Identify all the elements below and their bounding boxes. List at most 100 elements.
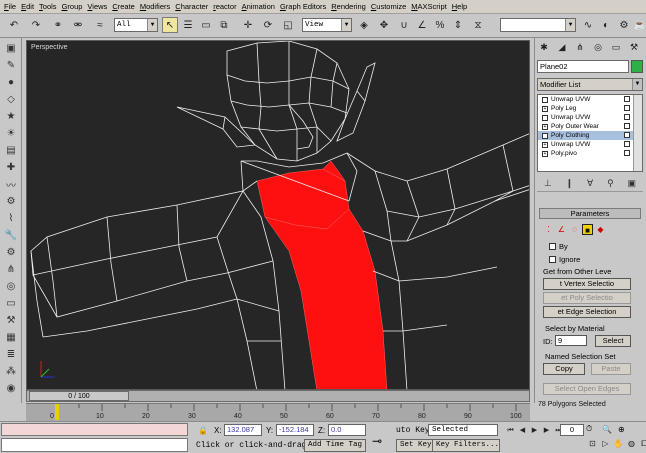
stack-item[interactable]: + Poly Outer Wear bbox=[538, 122, 642, 131]
parameters-rollout[interactable]: Parameters bbox=[539, 208, 641, 219]
modifier-list-dropdown[interactable]: Modifier List ▼ bbox=[537, 78, 643, 91]
expand-icon[interactable] bbox=[542, 114, 548, 121]
sphere-icon[interactable]: ● bbox=[3, 75, 19, 89]
element-level-icon[interactable]: ◆ bbox=[595, 224, 606, 235]
stack-item[interactable]: + Unwrap UVW bbox=[538, 140, 642, 149]
menu-file[interactable]: File bbox=[4, 2, 16, 11]
snap-toggle-icon[interactable]: ∪ bbox=[396, 17, 412, 33]
particles-icon[interactable]: ⁂ bbox=[3, 364, 19, 378]
time-slider-thumb[interactable]: 0 / 100 bbox=[29, 391, 129, 401]
expand-icon[interactable]: + bbox=[542, 123, 548, 130]
undo-icon[interactable]: ↶ bbox=[6, 17, 22, 33]
current-frame-field[interactable]: 0 bbox=[560, 424, 584, 436]
pin-stack-icon[interactable]: ⊥ bbox=[544, 178, 552, 189]
key-icon[interactable]: ⊸ bbox=[372, 434, 382, 449]
motion-tab-icon[interactable]: ◎ bbox=[591, 40, 605, 54]
bind-space-warp-icon[interactable]: ≈ bbox=[92, 17, 108, 33]
helpers-icon[interactable]: ✚ bbox=[3, 160, 19, 174]
gear-icon[interactable]: ⚙ bbox=[3, 245, 19, 259]
make-unique-icon[interactable]: ∀ bbox=[587, 178, 593, 189]
menu-graph-editors[interactable]: Graph Editors bbox=[280, 2, 326, 11]
ignore-backface-option[interactable]: Ignore bbox=[549, 255, 580, 264]
utilities-tab-icon[interactable]: ⚒ bbox=[627, 40, 641, 54]
viewport-label[interactable]: Perspective bbox=[31, 44, 68, 51]
menu-views[interactable]: Views bbox=[87, 2, 107, 11]
box-icon[interactable]: ▣ bbox=[3, 41, 19, 55]
hierarchy-tab-icon[interactable]: ⋔ bbox=[573, 40, 587, 54]
systems-icon[interactable]: ⚙ bbox=[3, 194, 19, 208]
lock-selection-icon[interactable]: 🔒 bbox=[198, 426, 208, 436]
select-by-id-button[interactable]: Select bbox=[595, 335, 631, 347]
stack-item[interactable]: Poly Clothing bbox=[538, 131, 642, 140]
redo-icon[interactable]: ↷ bbox=[28, 17, 44, 33]
lights-icon[interactable]: ☀ bbox=[3, 126, 19, 140]
camera-icon[interactable]: ▤ bbox=[3, 143, 19, 157]
pivot-center-icon[interactable]: ◈ bbox=[356, 17, 372, 33]
get-poly-selection-button[interactable]: et Poly Selectio bbox=[543, 292, 631, 304]
select-rotate-icon[interactable]: ⟳ bbox=[260, 17, 276, 33]
bones-icon[interactable]: ⌇ bbox=[3, 211, 19, 225]
maximize-toggle-icon[interactable]: ⧠ bbox=[638, 439, 646, 451]
select-scale-icon[interactable]: ◱ bbox=[280, 17, 296, 33]
vertex-level-icon[interactable]: ⁚ bbox=[543, 224, 554, 235]
field-of-view-icon[interactable]: ▷ bbox=[599, 439, 612, 451]
set-key-button[interactable]: Set Key bbox=[396, 439, 436, 452]
menu-maxscript[interactable]: MAXScript bbox=[411, 2, 446, 11]
create-tab-icon[interactable]: ✱ bbox=[537, 40, 551, 54]
key-filters-button[interactable]: Key Filters... bbox=[432, 439, 500, 452]
shapes-icon[interactable]: ◇ bbox=[3, 92, 19, 106]
expand-icon[interactable]: + bbox=[542, 105, 548, 112]
add-time-tag-button[interactable]: Add Time Tag bbox=[304, 439, 367, 452]
stack-item-toggle[interactable] bbox=[624, 96, 630, 102]
pan-icon[interactable]: ✋ bbox=[612, 439, 625, 451]
next-frame-icon[interactable]: ▶ bbox=[541, 425, 552, 436]
zoom-extents-icon[interactable]: ⊡ bbox=[586, 439, 599, 451]
display-icon[interactable]: ▭ bbox=[3, 296, 19, 310]
perspective-viewport[interactable]: Perspective bbox=[26, 40, 530, 390]
spinner-snap-icon[interactable]: ⇕ bbox=[450, 17, 466, 33]
manipulate-icon[interactable]: ✥ bbox=[376, 17, 392, 33]
utilities-icon[interactable]: ⚒ bbox=[3, 313, 19, 327]
arc-rotate-icon[interactable]: ◍ bbox=[625, 439, 638, 451]
maxscript-input-mini[interactable] bbox=[1, 438, 188, 452]
remove-modifier-icon[interactable]: ⚲ bbox=[607, 178, 614, 189]
zoom-icon[interactable]: 🔍 bbox=[602, 425, 612, 435]
get-vertex-selection-button[interactable]: t Vertex Selectio bbox=[543, 278, 631, 290]
selection-filter-dropdown[interactable]: All ▼ bbox=[114, 18, 158, 32]
stack-item[interactable]: + Poly.pivo bbox=[538, 149, 642, 158]
grid-icon[interactable]: ▦ bbox=[3, 330, 19, 344]
layers-icon[interactable]: ≣ bbox=[3, 347, 19, 361]
play-icon[interactable]: ▶ bbox=[529, 425, 540, 436]
material-editor-icon[interactable]: ◐ bbox=[598, 17, 614, 33]
get-edge-selection-button[interactable]: et Edge Selection bbox=[543, 306, 631, 318]
menu-rendering[interactable]: Rendering bbox=[331, 2, 366, 11]
stack-item-toggle[interactable] bbox=[624, 123, 630, 129]
stack-item[interactable]: + Poly Leg bbox=[538, 104, 642, 113]
stack-item-toggle[interactable] bbox=[624, 132, 630, 138]
display-tab-icon[interactable]: ▭ bbox=[609, 40, 623, 54]
track-bar[interactable]: 0 10 20 30 40 50 60 70 80 90 100 bbox=[26, 403, 530, 421]
go-to-start-icon[interactable]: ⏮ bbox=[505, 425, 516, 436]
window-crossing-icon[interactable]: ⧉ bbox=[216, 17, 232, 33]
quick-render-icon[interactable]: ☕ bbox=[632, 17, 646, 33]
stack-item[interactable]: Unwrap UVW bbox=[538, 95, 642, 104]
select-link-icon[interactable]: ⚭ bbox=[50, 17, 66, 33]
wrench-icon[interactable]: 🔧 bbox=[3, 228, 19, 242]
ref-coord-dropdown[interactable]: View ▼ bbox=[302, 18, 352, 32]
modify-tab-icon[interactable]: ◢ bbox=[555, 40, 569, 54]
expand-icon[interactable] bbox=[542, 132, 548, 139]
x-coord-field[interactable]: 132.087 bbox=[224, 424, 262, 436]
reactor-icon[interactable]: ◉ bbox=[3, 381, 19, 395]
edge-level-icon[interactable]: ∠ bbox=[556, 224, 567, 235]
ignore-backface-checkbox[interactable] bbox=[549, 256, 556, 263]
stack-item-toggle[interactable] bbox=[624, 114, 630, 120]
mirror-icon[interactable]: ⧖ bbox=[470, 17, 486, 33]
select-by-name-icon[interactable]: ☰ bbox=[180, 17, 196, 33]
paint-icon[interactable]: ✎ bbox=[3, 58, 19, 72]
polygon-level-icon[interactable]: ■ bbox=[582, 224, 593, 235]
menu-create[interactable]: Create bbox=[112, 2, 135, 11]
motion-icon[interactable]: ◎ bbox=[3, 279, 19, 293]
by-vertex-checkbox[interactable] bbox=[549, 243, 556, 250]
menu-help[interactable]: Help bbox=[452, 2, 467, 11]
named-selection-sets-dropdown[interactable]: ▼ bbox=[500, 18, 576, 32]
